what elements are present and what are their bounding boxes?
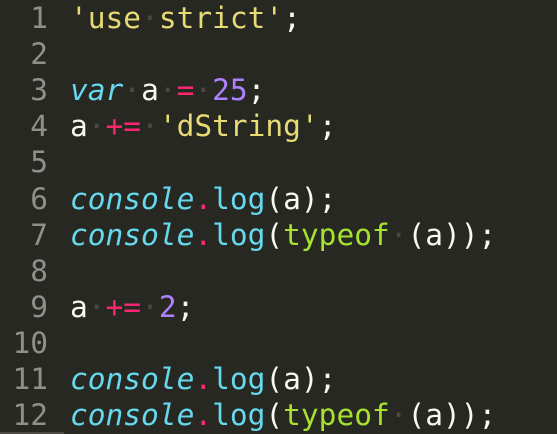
code-token: ; bbox=[283, 1, 301, 35]
whitespace-marker: · bbox=[389, 398, 408, 433]
code-token: ; bbox=[176, 289, 195, 324]
line-number: 8 bbox=[30, 253, 48, 288]
whitespace-marker: · bbox=[389, 217, 408, 252]
code-token: a bbox=[70, 109, 88, 144]
code-token: (a); bbox=[265, 362, 337, 396]
code-token: 'use bbox=[70, 1, 142, 35]
line-number: 11 bbox=[12, 362, 48, 396]
whitespace-marker: · bbox=[194, 73, 213, 108]
line-number: 12 bbox=[12, 398, 48, 433]
code-token: (a)); bbox=[407, 217, 497, 252]
code-token: ( bbox=[265, 398, 284, 433]
whitespace-marker: · bbox=[87, 109, 106, 144]
code-text: 'use·strict'; bbox=[70, 0, 301, 36]
code-token: var bbox=[70, 73, 124, 108]
code-token: (a); bbox=[265, 181, 337, 216]
code-text: console.log(typeof·(a)); bbox=[70, 397, 496, 433]
code-token: typeof bbox=[283, 217, 390, 252]
code-token: ; bbox=[247, 73, 266, 108]
line-number: 2 bbox=[30, 37, 48, 72]
code-token: log bbox=[212, 181, 266, 216]
line-number: 10 bbox=[12, 325, 48, 360]
code-token: log bbox=[212, 217, 266, 252]
code-token: console bbox=[70, 362, 195, 396]
code-token: ; bbox=[318, 109, 337, 144]
line-number: 3 bbox=[30, 73, 48, 108]
code-token: strict' bbox=[158, 1, 284, 35]
code-text: console.log(typeof·(a)); bbox=[70, 217, 496, 253]
line-number: 7 bbox=[30, 217, 48, 252]
code-token: . bbox=[194, 217, 213, 252]
line-number: 5 bbox=[30, 145, 48, 180]
code-token: a bbox=[70, 289, 88, 324]
code-token: typeof bbox=[283, 398, 390, 433]
code-text: console.log(a); bbox=[70, 181, 336, 217]
code-token: 2 bbox=[158, 289, 177, 324]
code-text: a·+=·'dString'; bbox=[70, 108, 336, 144]
code-token: console bbox=[70, 181, 195, 216]
whitespace-marker: · bbox=[141, 1, 159, 35]
code-token: console bbox=[70, 398, 195, 433]
code-editor[interactable]: 1'use·strict'; 2 3 var·a·=·25; 4 a·+=·'dStrin… bbox=[0, 0, 557, 434]
whitespace-marker: · bbox=[123, 73, 142, 108]
whitespace-marker: · bbox=[141, 289, 159, 324]
code-token: . bbox=[194, 398, 213, 433]
code-token: . bbox=[194, 362, 213, 396]
whitespace-marker: · bbox=[158, 73, 177, 108]
code-token: += bbox=[105, 289, 142, 324]
line-number: 4 bbox=[30, 109, 48, 144]
code-token: = bbox=[176, 73, 195, 108]
code-token: 'dString' bbox=[158, 109, 319, 144]
code-text: var·a·=·25; bbox=[70, 72, 265, 108]
code-token: ( bbox=[265, 217, 284, 252]
code-token: += bbox=[105, 109, 142, 144]
code-token: . bbox=[194, 181, 213, 216]
code-token: a bbox=[141, 73, 159, 108]
code-text: console.log(a); bbox=[70, 361, 336, 397]
code-token: (a)); bbox=[407, 398, 497, 433]
code-token: log bbox=[212, 398, 266, 433]
code-text: a·+=·2; bbox=[70, 289, 194, 325]
whitespace-marker: · bbox=[141, 109, 159, 144]
code-token: console bbox=[70, 217, 195, 252]
whitespace-marker: · bbox=[87, 289, 106, 324]
line-number: 9 bbox=[30, 289, 48, 324]
line-number: 6 bbox=[30, 181, 48, 216]
code-token: 25 bbox=[212, 73, 248, 108]
line-number: 1 bbox=[30, 1, 48, 35]
code-token: log bbox=[212, 362, 266, 396]
